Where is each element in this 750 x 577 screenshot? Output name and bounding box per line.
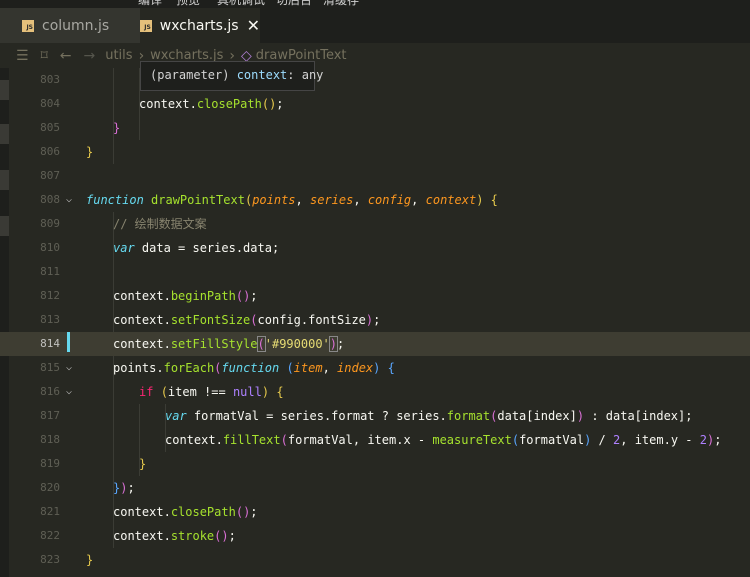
code-line[interactable]: 815 ⌵ points.forEach(function (item, ind… <box>0 356 750 380</box>
code-line[interactable]: 820 }); <box>0 476 750 500</box>
tab-label: column.js <box>42 17 110 34</box>
menu-compile[interactable]: 编译 <box>138 0 162 8</box>
forward-arrow-icon[interactable]: → <box>83 48 95 64</box>
menu-device-debug[interactable]: 真机调试 <box>217 0 265 8</box>
breadcrumb: ☰ ⌑ ← → utils › wxcharts.js › ◇ drawPoin… <box>0 43 750 68</box>
js-file-icon: JS <box>22 19 34 32</box>
code-line[interactable]: 823 } <box>0 548 750 572</box>
code-line[interactable]: 805 } <box>0 116 750 140</box>
code-line[interactable]: 803 <box>0 68 750 92</box>
code-line[interactable]: 809 // 绘制数据文案 <box>0 212 750 236</box>
code-line[interactable]: 817 var formatVal = series.format ? seri… <box>0 404 750 428</box>
modified-line-indicator <box>67 332 70 352</box>
list-icon[interactable]: ☰ <box>16 48 29 64</box>
tab-label: wxcharts.js <box>159 17 239 34</box>
bookmark-icon[interactable]: ⌑ <box>41 48 48 64</box>
back-arrow-icon[interactable]: ← <box>60 48 72 64</box>
code-line[interactable]: 806 } <box>0 140 750 164</box>
code-line[interactable]: 808 ⌵ function drawPointText(points, ser… <box>0 188 750 212</box>
code-line[interactable]: 807 <box>0 164 750 188</box>
hover-tooltip: (parameter) context: any <box>140 61 323 91</box>
code-editor[interactable]: 803 804 context.closePath(); 805 } 806 }… <box>0 68 750 577</box>
menu-preview[interactable]: 预览 <box>176 0 200 8</box>
code-line[interactable]: 816 ⌵ if (item !== null) { <box>0 380 750 404</box>
chevron-down-icon[interactable]: ⌵ <box>66 356 72 380</box>
code-line[interactable]: 804 context.closePath(); <box>0 92 750 116</box>
code-line[interactable]: 813 context.setFontSize(config.fontSize)… <box>0 308 750 332</box>
code-line[interactable]: 819 } <box>0 452 750 476</box>
js-file-icon: JS <box>140 19 152 32</box>
code-line[interactable]: 810 var data = series.data; <box>0 236 750 260</box>
menu-bar: 编译 预览 真机调试 切后台 清缓存 <box>0 0 750 8</box>
code-line-current[interactable]: 814 context.setFillStyle('#990000'); <box>0 332 750 356</box>
close-icon[interactable]: ✕ <box>247 16 260 35</box>
breadcrumb-folder[interactable]: utils <box>105 48 132 63</box>
code-line[interactable]: 821 context.closePath(); <box>0 500 750 524</box>
menu-clear-cache[interactable]: 清缓存 <box>323 0 359 8</box>
tab-column-js[interactable]: JS column.js <box>0 8 140 43</box>
code-line[interactable]: 811 <box>0 260 750 284</box>
code-line[interactable]: 822 context.stroke(); <box>0 524 750 548</box>
chevron-down-icon[interactable]: ⌵ <box>66 380 72 404</box>
tab-wxcharts-js[interactable]: JS wxcharts.js ✕ <box>140 8 260 43</box>
editor-tab-bar: JS column.js JS wxcharts.js ✕ <box>0 8 750 43</box>
menu-background[interactable]: 切后台 <box>276 0 312 8</box>
code-line[interactable]: 818 context.fillText(formatVal, item.x -… <box>0 428 750 452</box>
code-line[interactable]: 812 context.beginPath(); <box>0 284 750 308</box>
chevron-down-icon[interactable]: ⌵ <box>66 188 72 212</box>
